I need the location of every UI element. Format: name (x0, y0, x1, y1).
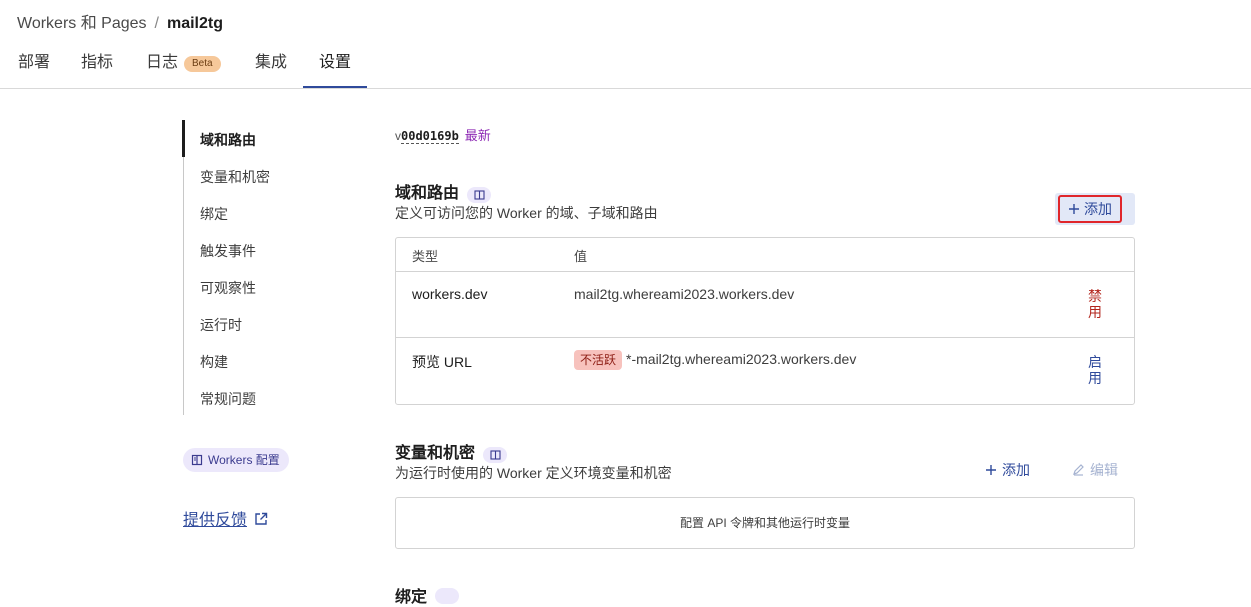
bindings-docs-chip[interactable] (435, 588, 460, 604)
domains-description: 定义可访问您的 Worker 的域、子域和路由 (395, 205, 658, 221)
tab-settings[interactable]: 设置 (303, 44, 367, 88)
row-value-container: 不活跃 *-mail2tg.whereami2023.workers.dev (574, 350, 856, 370)
domains-table-header: 类型 值 (396, 238, 1134, 272)
tab-deployments[interactable]: 部署 (18, 44, 50, 88)
add-variable-button[interactable]: 添加 (985, 460, 1030, 480)
add-variable-label: 添加 (1002, 462, 1030, 478)
domains-section-title: 域和路由 (395, 179, 492, 203)
sidenav-item-runtime[interactable]: 运行时 (200, 315, 242, 335)
breadcrumb: Workers 和 Pages / mail2tg (17, 9, 223, 33)
enable-button[interactable]: 启用 (1088, 354, 1104, 386)
variables-empty-state[interactable]: 配置 API 令牌和其他运行时变量 (395, 497, 1135, 549)
table-row: 预览 URL 不活跃 *-mail2tg.whereami2023.workers… (396, 338, 1134, 404)
feedback-link[interactable]: 提供反馈 (183, 506, 268, 530)
sidenav-item-observability[interactable]: 可观察性 (200, 278, 256, 298)
sidenav-item-variables-secrets[interactable]: 变量和机密 (200, 167, 270, 187)
add-domain-label: 添加 (1084, 201, 1112, 217)
book-icon (473, 190, 485, 200)
disable-button[interactable]: 禁用 (1088, 288, 1104, 320)
version-hash[interactable]: 00d0169b (401, 129, 459, 144)
add-domain-button[interactable]: 添加 (1058, 195, 1122, 223)
sidenav-active-indicator (182, 120, 185, 157)
sidenav-item-triggers[interactable]: 触发事件 (200, 241, 256, 261)
row-type: 预览 URL (412, 354, 472, 370)
tab-logs-label: 日志 (146, 54, 179, 71)
sidenav-item-build[interactable]: 构建 (200, 352, 228, 372)
tab-metrics[interactable]: 指标 (81, 44, 113, 88)
row-type: workers.dev (412, 286, 488, 302)
book-icon (191, 454, 203, 466)
column-header-type: 类型 (412, 249, 439, 264)
column-header-value: 值 (574, 249, 588, 264)
book-icon (489, 450, 501, 460)
tab-bar: 部署 指标 日志 Beta 集成 设置 (0, 44, 1251, 89)
tab-integrations[interactable]: 集成 (255, 44, 287, 88)
version-status: 最新 (464, 128, 491, 143)
domains-docs-chip[interactable] (467, 187, 492, 203)
feedback-label: 提供反馈 (183, 512, 248, 529)
sidenav-item-general[interactable]: 常规问题 (200, 389, 256, 409)
row-value: mail2tg.whereami2023.workers.dev (574, 286, 795, 302)
plus-icon (1069, 204, 1079, 214)
bindings-section-title: 绑定 (395, 583, 460, 607)
domains-title-text: 域和路由 (395, 185, 460, 202)
sidenav-item-bindings[interactable]: 绑定 (200, 204, 228, 224)
version-info: v00d0169b 最新 (395, 125, 491, 144)
edit-variables-button[interactable]: 编辑 (1072, 460, 1118, 480)
breadcrumb-separator: / (154, 15, 159, 32)
status-badge: 不活跃 (574, 350, 623, 370)
workers-config-label: Workers 配置 (208, 453, 280, 467)
variables-docs-chip[interactable] (483, 447, 508, 463)
external-link-icon (255, 512, 268, 525)
variables-description: 为运行时使用的 Worker 定义环境变量和机密 (395, 465, 672, 481)
variables-title-text: 变量和机密 (395, 445, 476, 462)
breadcrumb-parent[interactable]: Workers 和 Pages (17, 15, 147, 32)
tab-logs[interactable]: 日志 Beta (146, 44, 221, 88)
table-row: workers.dev mail2tg.whereami2023.workers… (396, 272, 1134, 338)
row-value: *-mail2tg.whereami2023.workers.dev (626, 351, 857, 367)
variables-section-title: 变量和机密 (395, 439, 508, 463)
settings-sidenav: 域和路由 变量和机密 绑定 触发事件 可观察性 运行时 构建 常规问题 (182, 120, 334, 415)
plus-icon (986, 465, 996, 475)
breadcrumb-current: mail2tg (166, 15, 223, 32)
bindings-title-text: 绑定 (395, 589, 428, 606)
beta-badge: Beta (184, 56, 221, 72)
edit-variables-label: 编辑 (1090, 462, 1118, 478)
pencil-icon (1073, 464, 1084, 476)
sidenav-item-domains-routes[interactable]: 域和路由 (200, 130, 256, 150)
workers-config-link[interactable]: Workers 配置 (183, 448, 289, 472)
domains-table: 类型 值 workers.dev mail2tg.whereami2023.wo… (395, 237, 1135, 405)
